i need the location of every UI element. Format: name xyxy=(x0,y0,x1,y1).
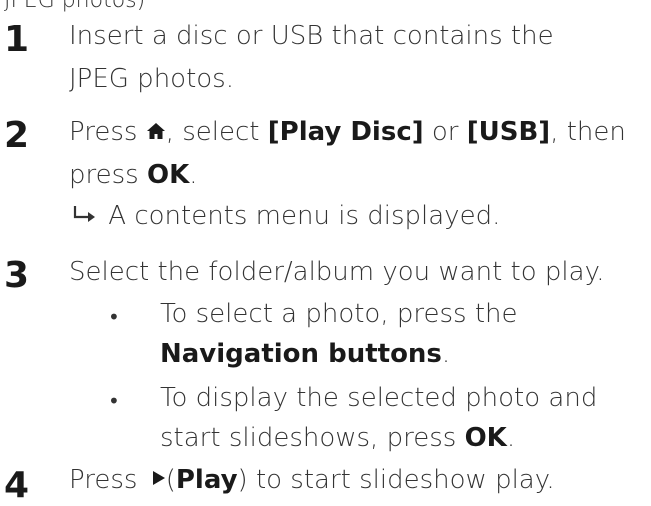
text: start slideshows, press xyxy=(160,423,457,453)
bullet-dot: • xyxy=(108,305,120,329)
text: or xyxy=(431,117,459,147)
step-3-line-1: Select the folder/album you want to play… xyxy=(69,257,605,287)
cropped-heading-fragment: JPEG photos) xyxy=(4,0,146,13)
manual-page: JPEG photos) 1 Insert a disc or USB that… xyxy=(0,0,651,506)
text: . xyxy=(441,339,451,369)
bullet-2-line-2: start slideshows, press OK. xyxy=(160,422,515,455)
play-key-label: Play xyxy=(175,465,238,495)
play-icon xyxy=(152,467,166,492)
step-1-line-1: Insert a disc or USB that contains the xyxy=(69,21,554,51)
step-number: 3 xyxy=(4,255,30,296)
step-4-line-1: Press (Play) to start slideshow play. xyxy=(69,464,555,497)
step-number: 1 xyxy=(4,19,30,60)
text: , then xyxy=(550,117,626,147)
bullet-1-line-2: Navigation buttons. xyxy=(160,338,450,371)
text: Press xyxy=(69,117,138,147)
play-disc-option: [Play Disc] xyxy=(267,117,424,147)
bullet-1-line-1: To select a photo, press the xyxy=(160,299,518,329)
text: ) to start slideshow play. xyxy=(237,465,555,495)
text: Press xyxy=(69,465,138,495)
text: . xyxy=(189,160,198,190)
step-2-result: A contents menu is displayed. xyxy=(72,200,500,233)
bullet-dot: • xyxy=(108,389,120,413)
navigation-buttons-label: Navigation buttons xyxy=(160,339,442,369)
step-2-line-2: press OK. xyxy=(69,159,198,192)
step-number: 4 xyxy=(4,465,30,506)
step-number: 2 xyxy=(4,115,30,156)
ok-key: OK xyxy=(464,423,507,453)
result-text: A contents menu is displayed. xyxy=(108,201,501,231)
ok-key: OK xyxy=(146,160,190,190)
bullet-2-line-1: To display the selected photo and xyxy=(160,383,598,413)
text: , select xyxy=(165,117,260,147)
step-2-line-1: Press , select [Play Disc] or [USB], the… xyxy=(69,116,626,150)
result-arrow-icon xyxy=(72,201,100,231)
usb-option: [USB] xyxy=(466,117,551,147)
text: press xyxy=(69,160,139,190)
step-1-line-2: JPEG photos. xyxy=(69,64,234,94)
text: . xyxy=(506,423,516,453)
text: ( xyxy=(165,465,176,495)
home-icon xyxy=(146,117,166,150)
